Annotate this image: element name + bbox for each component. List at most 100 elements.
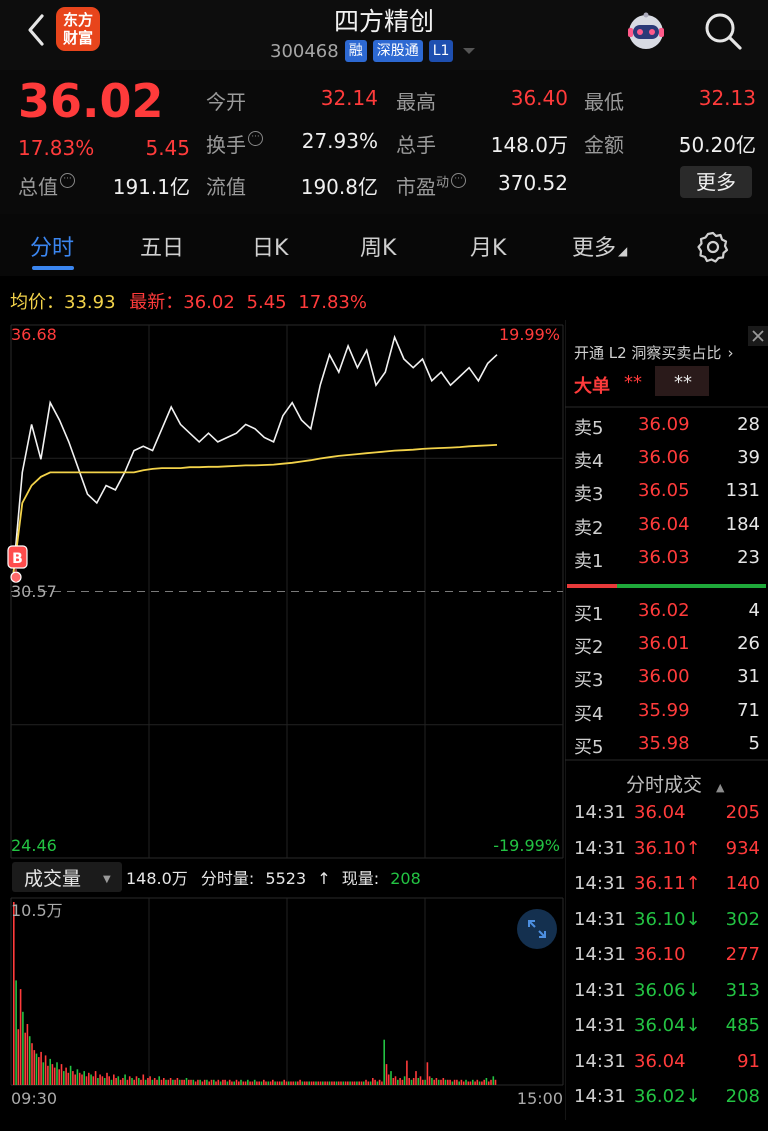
volume-bar bbox=[444, 1079, 447, 1085]
trade-price: 36.04 bbox=[634, 802, 686, 823]
volume-bar bbox=[494, 1079, 497, 1085]
bid-volume: 26 bbox=[737, 633, 760, 654]
stock-code-row[interactable]: 300468 融 深股通 L1 bbox=[270, 38, 476, 64]
low-value: 32.13 bbox=[698, 86, 756, 110]
info-icon[interactable]: ··· bbox=[451, 173, 467, 188]
bid-price[interactable]: 36.02 bbox=[638, 600, 690, 621]
volume-bar bbox=[251, 1081, 254, 1085]
volume-bar bbox=[228, 1079, 231, 1085]
volume-bar bbox=[90, 1074, 92, 1085]
ask-price[interactable]: 36.03 bbox=[638, 547, 690, 568]
volume-bar bbox=[219, 1081, 222, 1085]
volume-bar bbox=[310, 1081, 313, 1085]
tab-five-day[interactable]: 五日 bbox=[140, 230, 184, 262]
turnover-label[interactable]: 换手 ··· bbox=[206, 129, 263, 158]
volume-bar bbox=[56, 1062, 58, 1085]
ask-price[interactable]: 36.05 bbox=[638, 480, 690, 501]
change-percent: 17.83% bbox=[18, 136, 95, 160]
volume-bar bbox=[390, 1071, 392, 1085]
market-cap-label-text: 总值 bbox=[18, 175, 58, 199]
volume-bar bbox=[351, 1081, 354, 1085]
volume-bar bbox=[356, 1081, 358, 1085]
buy-marker-label: B bbox=[12, 551, 23, 567]
volume-bar bbox=[126, 1079, 129, 1085]
volume-bar bbox=[269, 1081, 272, 1085]
volume-bar bbox=[385, 1064, 388, 1085]
volume-bar bbox=[381, 1081, 383, 1085]
volume-bar bbox=[108, 1076, 110, 1085]
trade-price: 36.10↑ bbox=[634, 837, 701, 859]
volume-bar bbox=[103, 1078, 106, 1085]
pe-label[interactable]: 市盈动 ··· bbox=[396, 171, 467, 200]
bid-price[interactable]: 36.00 bbox=[638, 666, 690, 687]
market-cap-value: 191.1亿 bbox=[112, 175, 190, 199]
volume-bar bbox=[449, 1079, 451, 1085]
volume-bar bbox=[201, 1081, 204, 1085]
volume-bar bbox=[322, 1081, 324, 1085]
volume-bar bbox=[422, 1079, 424, 1085]
volume-bar bbox=[340, 1081, 342, 1085]
bid-price[interactable]: 36.01 bbox=[638, 633, 690, 654]
volume-bar bbox=[342, 1081, 345, 1085]
ask-price[interactable]: 36.09 bbox=[638, 414, 690, 435]
bid-price[interactable]: 35.99 bbox=[638, 700, 690, 721]
trades-title[interactable]: 分时成交 ▲ bbox=[626, 770, 724, 797]
volume-bar bbox=[392, 1078, 395, 1085]
volume-summary: 148.0万 分时量: 5523 ↑ 现量: 208 bbox=[126, 869, 421, 888]
volume-bar bbox=[124, 1074, 126, 1085]
l2-promo-link[interactable]: 开通 L2 洞察买卖占比 › bbox=[574, 342, 733, 363]
settings-gear-icon[interactable] bbox=[696, 230, 730, 264]
chevron-down-icon[interactable] bbox=[463, 48, 476, 54]
trade-volume: 277 bbox=[725, 944, 760, 965]
pe-value: 370.52 bbox=[498, 171, 568, 195]
volume-bar bbox=[176, 1078, 179, 1085]
volume-bar bbox=[347, 1081, 349, 1085]
chevron-right-icon: › bbox=[727, 344, 734, 362]
volume-bar bbox=[240, 1079, 242, 1085]
volume-bar bbox=[119, 1079, 122, 1085]
search-icon[interactable] bbox=[700, 8, 746, 54]
ask-volume: 39 bbox=[737, 447, 760, 468]
volume-bar bbox=[472, 1079, 474, 1085]
volume-bar bbox=[28, 1036, 31, 1085]
expand-chart-button[interactable] bbox=[517, 909, 557, 949]
tab-more[interactable]: 更多 ◢ bbox=[572, 230, 627, 262]
bid-price[interactable]: 35.98 bbox=[638, 733, 690, 754]
volume-bar bbox=[372, 1078, 374, 1085]
intraday-chart[interactable]: B 36.68 30.57 24.46 19.99% -19.99% 成交量 ▼… bbox=[0, 320, 565, 1120]
volume-bar bbox=[97, 1078, 99, 1085]
volume-bar bbox=[415, 1071, 417, 1085]
price-summary-line: 均价：33.93 最新：36.02 5.45 17.83% bbox=[10, 288, 367, 314]
volume-bar bbox=[244, 1081, 247, 1085]
volume-bar bbox=[287, 1081, 290, 1085]
volume-bar bbox=[433, 1079, 435, 1085]
ask-price[interactable]: 36.06 bbox=[638, 447, 690, 468]
volume-bar bbox=[13, 902, 15, 1085]
volume-bar bbox=[290, 1081, 292, 1085]
market-cap-label[interactable]: 总值 ··· bbox=[18, 171, 75, 200]
volume-bar bbox=[299, 1079, 301, 1085]
tab-daily-k[interactable]: 日K bbox=[252, 230, 288, 262]
ask-volume: 131 bbox=[725, 480, 760, 501]
volume-bar bbox=[315, 1081, 317, 1085]
info-icon[interactable]: ··· bbox=[60, 173, 75, 188]
more-button[interactable]: 更多 bbox=[680, 166, 752, 198]
robot-assistant-icon[interactable] bbox=[624, 10, 668, 54]
ask-price[interactable]: 36.04 bbox=[638, 514, 690, 535]
volume-bar bbox=[408, 1078, 410, 1085]
volume-bar bbox=[231, 1081, 233, 1085]
volume-bar bbox=[297, 1081, 299, 1085]
volume-bar bbox=[238, 1081, 240, 1085]
volume-bar bbox=[358, 1081, 360, 1085]
info-icon[interactable]: ··· bbox=[248, 131, 263, 146]
buy-ratio-bar bbox=[567, 584, 617, 588]
tab-monthly-k[interactable]: 月K bbox=[470, 230, 506, 262]
tab-weekly-k[interactable]: 周K bbox=[360, 230, 396, 262]
volume-bar bbox=[435, 1078, 438, 1085]
pct-axis-max: 19.99% bbox=[499, 325, 560, 344]
trade-volume: 91 bbox=[737, 1050, 760, 1072]
volume-bar bbox=[133, 1079, 135, 1085]
volume-bar bbox=[49, 1058, 51, 1085]
volume-bar bbox=[163, 1078, 165, 1085]
tab-intraday[interactable]: 分时 bbox=[30, 230, 74, 262]
